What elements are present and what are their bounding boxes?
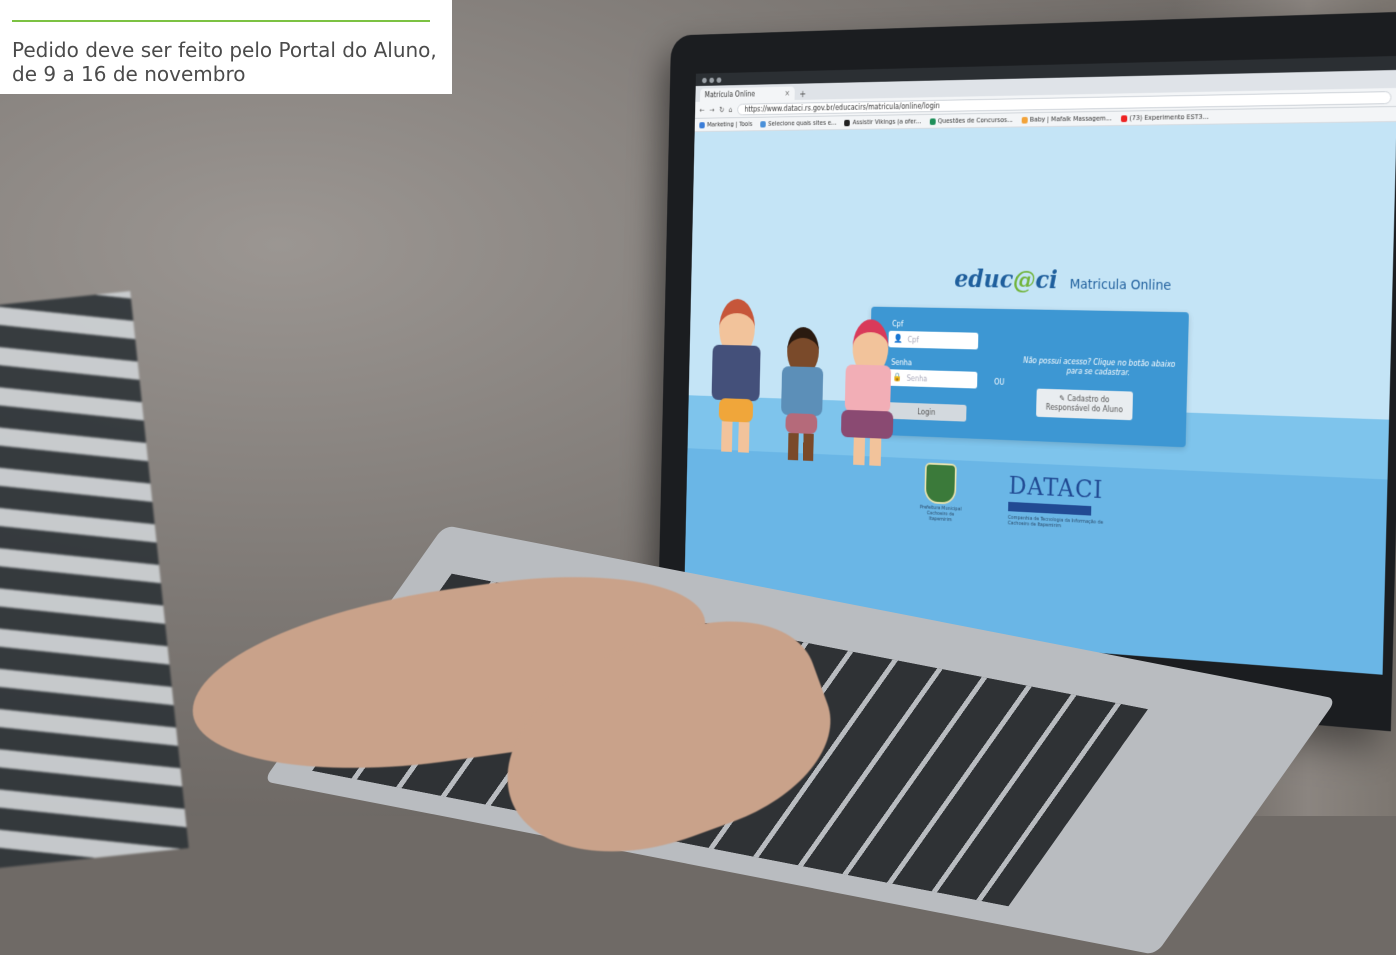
reload-icon[interactable]: ↻ [719,105,724,113]
crest-caption: Prefeitura Municipal Cachoeiro de Itapem… [915,504,965,523]
signup-message: Não possui acesso? Clique no botão abaix… [1020,356,1179,380]
brand-header: educ@ci Matricula Online [954,265,1171,296]
page-title: Matricula Online [1070,277,1172,294]
new-tab-icon[interactable]: + [795,90,811,100]
article-caption-box: Pedido deve ser feito pelo Portal do Alu… [0,0,452,94]
login-panel: Cpf 👤 Cpf Senha 🔒 Senha Login OU Não pos… [868,307,1188,448]
dataci-logo: DATACI [1008,472,1103,505]
educaci-logo: educ@ci [954,265,1058,294]
edit-icon: ✎ [1059,394,1065,403]
cpf-label: Cpf [892,320,903,328]
caption-text: Pedido deve ser feito pelo Portal do Alu… [12,38,442,86]
back-icon[interactable]: ← [700,106,705,114]
cpf-input[interactable]: 👤 Cpf [888,331,978,350]
bookmark-item[interactable]: Assistir Vikings (a ofer... [844,118,921,127]
home-icon[interactable]: ⌂ [729,105,733,113]
bookmark-item[interactable]: (73) Experimento EST3... [1121,113,1209,122]
forward-icon[interactable]: → [709,106,714,114]
bookmark-item[interactable]: Baby | Mafalk Massagem... [1021,115,1112,124]
bookmark-item[interactable]: Questões de Concursos... [929,116,1013,125]
tab-title: Matrícula Online [705,90,756,99]
bookmark-item[interactable]: Marketing | Tools [699,120,752,128]
login-button[interactable]: Login [887,402,967,421]
municipal-crest [924,463,957,505]
senha-label: Senha [891,358,912,367]
close-tab-icon[interactable]: × [785,89,790,97]
signup-button[interactable]: ✎ Cadastro do Responsável do Aluno [1036,389,1133,421]
browser-tab[interactable]: Matrícula Online × [700,86,795,101]
bookmark-item[interactable]: Selecione quais sites e... [760,119,836,127]
or-separator: OU [994,378,1005,387]
laptop-screen: ● ● ● Matrícula Online × + ← → ↻ ⌂ https… [684,56,1396,675]
caption-accent-line [12,20,430,22]
lock-icon: 🔒 [892,373,901,382]
senha-input[interactable]: 🔒 Senha [887,369,977,388]
user-icon: 👤 [893,335,902,344]
